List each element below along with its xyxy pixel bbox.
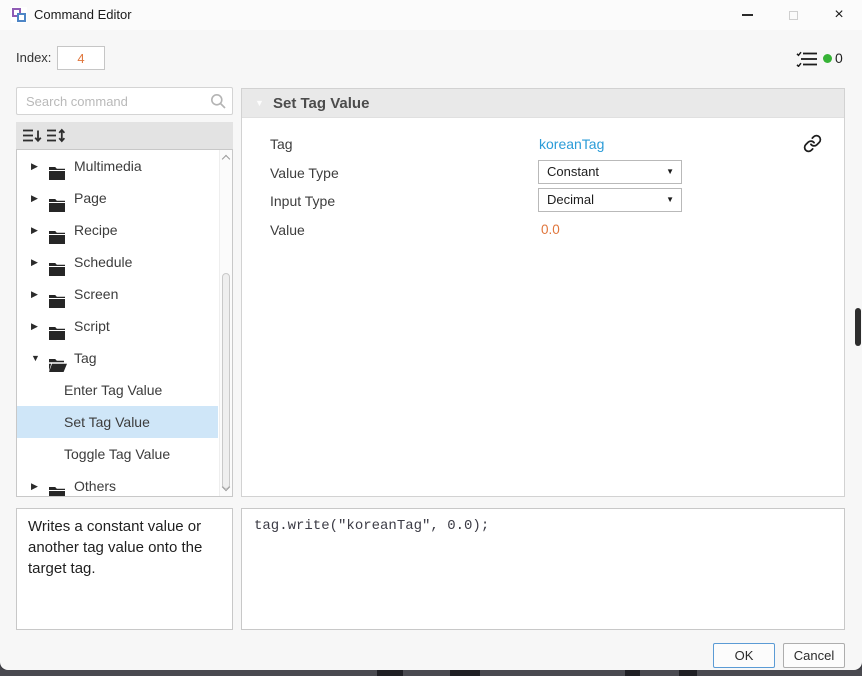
tree-item-script[interactable]: ▶ Script xyxy=(17,310,218,342)
tree-item-tag[interactable]: ▼ Tag xyxy=(17,342,218,374)
search-input[interactable] xyxy=(16,87,233,115)
tree-scrollbar[interactable] xyxy=(219,150,232,496)
tree-item-recipe[interactable]: ▶ Recipe xyxy=(17,214,218,246)
tag-value-link[interactable]: koreanTag xyxy=(539,136,604,152)
tree-toolbar xyxy=(16,122,233,149)
scroll-up-icon[interactable] xyxy=(221,154,231,164)
status-dot-icon xyxy=(823,54,832,63)
tree-item-label: Recipe xyxy=(74,222,118,238)
command-tree: ▶ Multimedia ▶ Page ▶ Recipe ▶ Schedule … xyxy=(16,149,233,497)
expander-icon[interactable]: ▶ xyxy=(31,278,38,310)
panel-header[interactable]: ▼ Set Tag Value xyxy=(242,89,844,118)
tree-item-set-tag-value[interactable]: Set Tag Value xyxy=(17,406,218,438)
tree-item-label: Screen xyxy=(74,286,119,302)
input-type-dropdown[interactable]: Decimal ▼ xyxy=(538,188,682,212)
taskbar-strip xyxy=(0,670,862,676)
tree-item-schedule[interactable]: ▶ Schedule xyxy=(17,246,218,278)
value-type-label: Value Type xyxy=(270,165,339,181)
window-controls: × xyxy=(724,0,862,30)
expander-icon[interactable]: ▶ xyxy=(31,310,38,342)
editor-panel: ▼ Set Tag Value Tag koreanTag Value Type… xyxy=(241,88,845,497)
value-label: Value xyxy=(270,222,305,238)
expander-icon[interactable]: ▶ xyxy=(31,182,38,214)
tree-item-label: Set Tag Value xyxy=(64,414,150,430)
tree-item-label: Tag xyxy=(74,350,97,366)
expander-icon[interactable]: ▶ xyxy=(31,214,38,246)
tree-item-screen[interactable]: ▶ Screen xyxy=(17,278,218,310)
value-type-selected: Constant xyxy=(547,164,600,179)
checklist-icon[interactable] xyxy=(796,51,818,72)
tree-item-multimedia[interactable]: ▶ Multimedia xyxy=(17,150,218,182)
tree-item-label: Toggle Tag Value xyxy=(64,446,171,462)
minimize-icon xyxy=(741,14,753,16)
input-type-label: Input Type xyxy=(270,193,336,209)
tree-scrollbar-thumb[interactable] xyxy=(222,273,230,489)
tree-item-enter-tag-value[interactable]: Enter Tag Value xyxy=(17,374,218,406)
tag-label: Tag xyxy=(270,136,293,152)
sort-ascending-icon[interactable] xyxy=(47,128,66,148)
code-preview-panel: tag.write("koreanTag", 0.0); xyxy=(241,508,845,630)
titlebar: Command Editor × xyxy=(0,0,862,30)
value-field[interactable]: 0.0 xyxy=(541,222,560,237)
expander-icon[interactable]: ▶ xyxy=(31,150,38,182)
command-description: Writes a constant value or another tag v… xyxy=(28,518,203,577)
tree-item-label: Script xyxy=(74,318,110,334)
index-label: Index: xyxy=(16,50,52,65)
window-scrollbar-thumb[interactable] xyxy=(855,308,861,346)
status-count: 0 xyxy=(835,50,843,66)
folder-icon xyxy=(49,479,65,496)
tree-item-page[interactable]: ▶ Page xyxy=(17,182,218,214)
input-type-selected: Decimal xyxy=(547,192,594,207)
window-title: Command Editor xyxy=(34,7,132,22)
command-description-panel: Writes a constant value or another tag v… xyxy=(16,508,233,630)
tree-item-label: Page xyxy=(74,190,107,206)
close-button[interactable]: × xyxy=(816,0,862,30)
close-icon: × xyxy=(834,6,844,23)
index-input[interactable] xyxy=(57,46,105,70)
panel-title: Set Tag Value xyxy=(273,95,370,112)
ok-button[interactable]: OK xyxy=(713,643,775,668)
maximize-button[interactable] xyxy=(770,0,816,30)
tree-item-label: Schedule xyxy=(74,254,133,270)
cancel-button[interactable]: Cancel xyxy=(783,643,845,668)
sort-descending-icon[interactable] xyxy=(23,128,42,148)
collapse-icon[interactable]: ▼ xyxy=(255,89,264,118)
dropdown-caret-icon: ▼ xyxy=(666,195,674,204)
app-logo-icon xyxy=(11,7,27,23)
tree-item-others[interactable]: ▶ Others xyxy=(17,470,218,496)
status-cluster: 0 xyxy=(794,45,854,71)
tree-item-label: Enter Tag Value xyxy=(64,382,163,398)
expander-icon[interactable]: ▶ xyxy=(31,246,38,278)
tree-item-label: Others xyxy=(74,478,117,494)
tree-item-toggle-tag-value[interactable]: Toggle Tag Value xyxy=(17,438,218,470)
link-tag-icon[interactable] xyxy=(803,134,822,158)
search-box xyxy=(16,87,233,115)
search-icon xyxy=(210,93,226,114)
minimize-button[interactable] xyxy=(724,0,770,30)
generated-code: tag.write("koreanTag", 0.0); xyxy=(254,518,490,534)
command-editor-window: Command Editor × Index: 0 xyxy=(0,0,862,670)
tree-item-label: Multimedia xyxy=(74,158,142,174)
value-type-dropdown[interactable]: Constant ▼ xyxy=(538,160,682,184)
expander-icon[interactable]: ▶ xyxy=(31,470,38,496)
dropdown-caret-icon: ▼ xyxy=(666,167,674,176)
maximize-icon xyxy=(788,10,798,20)
expander-icon[interactable]: ▼ xyxy=(31,342,40,374)
